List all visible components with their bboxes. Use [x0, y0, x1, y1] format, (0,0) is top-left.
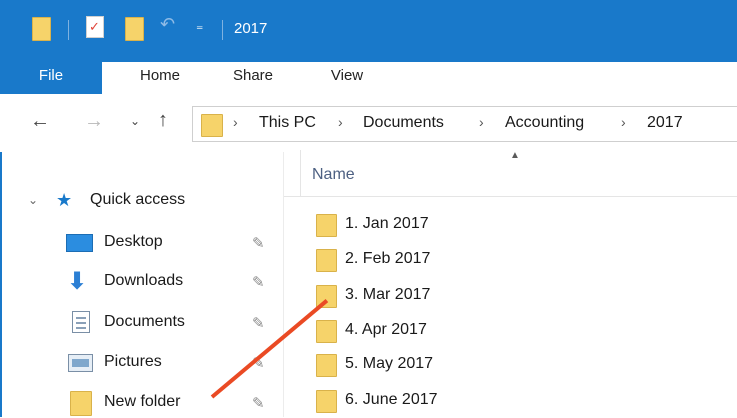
folder-icon	[316, 390, 337, 413]
file-name: 2. Feb 2017	[345, 250, 431, 267]
breadcrumb-separator-icon[interactable]: ›	[479, 114, 484, 130]
undo-icon[interactable]: ↶	[160, 14, 175, 35]
pictures-icon	[68, 354, 93, 372]
properties-icon[interactable]: ✓	[86, 16, 104, 38]
breadcrumb-separator-icon[interactable]: ›	[338, 114, 343, 130]
sidebar-item-label: Desktop	[104, 233, 163, 250]
back-arrow-icon[interactable]: ←	[30, 110, 50, 133]
tab-file[interactable]: File	[0, 62, 102, 94]
list-item[interactable]: 6. June 2017	[312, 386, 732, 416]
folder-icon	[316, 354, 337, 377]
pin-icon[interactable]: ✎	[252, 394, 265, 412]
folder-icon	[201, 114, 223, 137]
pin-icon[interactable]: ✎	[252, 234, 265, 252]
breadcrumb-separator-icon[interactable]: ›	[233, 114, 238, 130]
file-name: 5. May 2017	[345, 355, 434, 372]
ribbon-tabs: File Home Share View	[0, 62, 737, 94]
breadcrumb-documents[interactable]: Documents	[363, 114, 444, 132]
breadcrumb-separator-icon[interactable]: ›	[621, 114, 626, 130]
pin-icon[interactable]: ✎	[252, 314, 265, 332]
download-arrow-icon: ⬇	[67, 268, 88, 295]
folder-icon	[316, 214, 337, 237]
sidebar-item-documents[interactable]: Documents ✎	[0, 308, 280, 338]
list-item[interactable]: 5. May 2017	[312, 350, 732, 380]
window-title: 2017	[234, 20, 268, 37]
file-name: 3. Mar 2017	[345, 286, 431, 303]
sidebar-item-downloads[interactable]: ⬇ Downloads ✎	[0, 267, 280, 297]
sidebar-item-label: New folder	[104, 393, 181, 410]
breadcrumb-accounting[interactable]: Accounting	[505, 114, 584, 132]
sidebar-item-label: Pictures	[104, 353, 162, 370]
breadcrumb-this-pc[interactable]: This PC	[259, 114, 316, 132]
breadcrumb-2017[interactable]: 2017	[647, 114, 683, 132]
sidebar-item-desktop[interactable]: Desktop ✎	[0, 228, 280, 258]
quick-access-header[interactable]: ⌄ ★ Quick access	[0, 186, 280, 216]
quick-access-toolbar: ✓ ↶ ₌ 2017	[0, 0, 737, 62]
folder-icon	[316, 249, 337, 272]
folder-icon	[32, 17, 51, 41]
address-bar[interactable]: › This PC › Documents › Accounting › 201…	[192, 106, 737, 142]
sidebar-item-label: Downloads	[104, 272, 184, 289]
desktop-icon	[66, 234, 93, 252]
sidebar-item-new-folder[interactable]: New folder ✎	[0, 388, 280, 418]
title-bar: ✓ ↶ ₌ 2017	[0, 0, 737, 62]
toolbar-separator	[68, 20, 69, 40]
tab-view[interactable]: View	[322, 62, 372, 94]
quick-access-label: Quick access	[90, 191, 186, 208]
toolbar-separator	[222, 20, 223, 40]
folder-icon	[70, 391, 92, 416]
pin-icon[interactable]: ✎	[252, 273, 265, 291]
forward-arrow-icon[interactable]: →	[84, 110, 104, 133]
expand-chevron-icon[interactable]: ⌄	[28, 193, 38, 207]
sidebar-item-label: Documents	[104, 313, 185, 330]
sort-ascending-icon: ▲	[510, 150, 520, 161]
file-name: 1. Jan 2017	[345, 215, 429, 232]
list-item[interactable]: 3. Mar 2017	[312, 281, 732, 311]
column-separator[interactable]	[300, 150, 301, 196]
list-item[interactable]: 1. Jan 2017	[312, 210, 732, 240]
tab-share[interactable]: Share	[224, 62, 282, 94]
file-name: 6. June 2017	[345, 391, 438, 408]
star-icon: ★	[56, 190, 73, 210]
column-header-label: Name	[312, 166, 355, 183]
list-item[interactable]: 2. Feb 2017	[312, 245, 732, 275]
tab-home[interactable]: Home	[132, 62, 188, 94]
folder-icon	[316, 320, 337, 343]
list-item[interactable]: 4. Apr 2017	[312, 316, 732, 346]
documents-icon	[72, 311, 90, 333]
recent-locations-chevron-icon[interactable]: ⌄	[130, 114, 140, 128]
file-name: 4. Apr 2017	[345, 321, 427, 338]
new-folder-icon[interactable]	[125, 17, 144, 41]
column-header-name[interactable]: ▲ Name	[284, 150, 737, 197]
navigation-bar: ← → ⌄ ↑ › This PC › Documents › Accounti…	[0, 94, 737, 152]
customize-toolbar-icon[interactable]: ₌	[196, 17, 203, 34]
up-arrow-icon[interactable]: ↑	[158, 109, 168, 132]
